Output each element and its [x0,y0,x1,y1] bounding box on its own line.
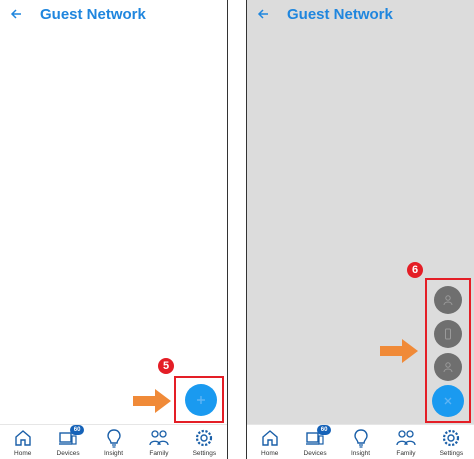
header: Guest Network [0,0,227,30]
screen-left: Guest Network 5 Home 60 Devices Insight … [0,0,227,459]
page-title: Guest Network [40,6,146,23]
step-badge: 5 [158,358,174,374]
nav-settings[interactable]: Settings [182,425,227,459]
lightbulb-icon [353,429,368,448]
back-button[interactable] [6,4,26,24]
person-icon [443,295,453,306]
lightbulb-icon [106,429,121,448]
family-icon [396,430,416,446]
step-badge: 6 [407,262,423,278]
device-icon [445,328,451,340]
close-icon [444,397,452,405]
family-icon [149,430,169,446]
screen-right: Guest Network 6 Home 60 Devices Insight … [247,0,474,459]
fab-menu-item-1[interactable] [434,286,462,314]
nav-devices-label: Devices [56,450,80,457]
nav-settings[interactable]: Settings [429,425,474,459]
nav-home[interactable]: Home [247,425,292,459]
nav-insight-label: Insight [103,450,124,457]
fab-menu-item-2[interactable] [434,320,462,348]
back-button[interactable] [253,4,273,24]
devices-icon-wrap: 60 [305,425,332,448]
pointer-arrow [133,389,171,413]
bottom-nav: Home 60 Devices Insight Family Settings [0,424,227,459]
devices-count-badge: 60 [317,425,332,435]
nav-home[interactable]: Home [0,425,45,459]
add-fab-button[interactable] [185,384,217,416]
header: Guest Network [247,0,474,30]
gear-icon [196,429,213,447]
plus-icon [197,396,205,404]
bottom-nav: Home 60 Devices Insight Family Settings [247,424,474,459]
pointer-arrow [380,339,418,363]
close-fab-button[interactable] [432,385,464,417]
nav-insight-label: Insight [350,450,371,457]
nav-settings-label: Settings [192,450,217,457]
fab-menu-item-3[interactable] [434,353,462,381]
devices-icon-wrap: 60 [58,425,85,448]
gear-icon [443,429,460,447]
nav-devices[interactable]: 60 Devices [292,425,337,459]
nav-family[interactable]: Family [136,425,181,459]
nav-family-label: Family [149,450,169,457]
nav-devices[interactable]: 60 Devices [45,425,90,459]
nav-insight[interactable]: Insight [338,425,383,459]
nav-home-label: Home [261,450,279,457]
nav-settings-label: Settings [439,450,464,457]
nav-home-label: Home [14,450,32,457]
home-icon [15,430,31,446]
nav-family[interactable]: Family [383,425,428,459]
back-arrow-icon [10,9,21,19]
nav-insight[interactable]: Insight [91,425,136,459]
back-arrow-icon [257,9,268,19]
nav-family-label: Family [396,450,416,457]
person-icon [443,362,453,373]
devices-count-badge: 60 [70,425,85,435]
page-title: Guest Network [287,6,393,23]
panel-divider [227,0,228,459]
nav-devices-label: Devices [303,450,327,457]
home-icon [262,430,278,446]
